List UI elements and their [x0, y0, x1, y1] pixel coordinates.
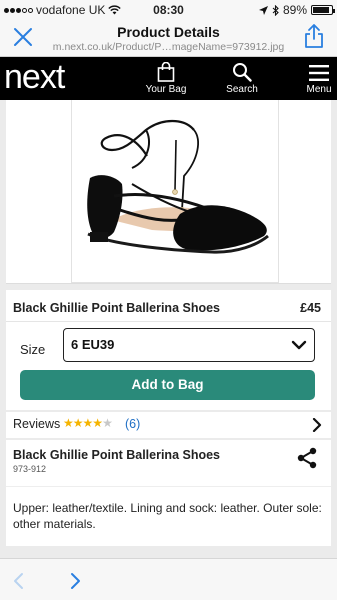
star-empty-icon: ★: [102, 416, 113, 430]
chevron-right-icon: [312, 418, 322, 432]
browser-bottom-toolbar: [0, 558, 337, 600]
product-code: 973-912: [13, 464, 47, 474]
product-name: Black Ghillie Point Ballerina Shoes: [13, 301, 221, 315]
share-nodes-icon[interactable]: [296, 447, 318, 469]
your-bag-button[interactable]: Your Bag: [143, 57, 189, 100]
chevron-down-icon: [291, 340, 307, 350]
size-select[interactable]: 6 EU39: [63, 328, 315, 362]
status-right: 89%: [258, 3, 335, 17]
product-image[interactable]: [71, 100, 279, 283]
battery-fill: [313, 7, 330, 13]
browser-title: Product Details: [117, 24, 220, 40]
hamburger-menu-icon: [309, 65, 329, 81]
battery-percent: 89%: [282, 3, 307, 17]
menu-label: Menu: [306, 84, 332, 95]
add-to-bag-button[interactable]: Add to Bag: [20, 370, 315, 400]
browser-bar: Product Details m.next.co.uk/Product/P…m…: [0, 20, 337, 57]
size-label: Size: [20, 342, 46, 357]
star-filled-icon: ★: [92, 416, 103, 430]
star-filled-icon: ★: [72, 416, 84, 430]
browser-url[interactable]: m.next.co.uk/Product/P…mageName=973912.j…: [40, 41, 297, 53]
search-icon: [233, 63, 252, 82]
close-icon[interactable]: [11, 25, 35, 49]
status-bar: vodafone UK 08:30 89%: [0, 0, 337, 20]
product-price: £45: [300, 301, 321, 315]
divider: [6, 486, 331, 487]
divider: [6, 321, 331, 322]
product-description: Upper: leather/textile. Lining and sock:…: [13, 501, 322, 531]
reviews-label: Reviews: [13, 417, 61, 431]
shoe-image: [87, 119, 269, 254]
page-content: Black Ghillie Point Ballerina Shoes £45 …: [0, 100, 337, 560]
bluetooth-icon: [272, 4, 279, 16]
forward-arrow-icon[interactable]: [70, 572, 82, 590]
your-bag-label: Your Bag: [145, 84, 187, 95]
reviews-row[interactable]: Reviews ★★★★★ (6): [6, 412, 331, 438]
review-count[interactable]: (6): [125, 417, 140, 431]
back-arrow-icon[interactable]: [12, 572, 24, 590]
product-card: Black Ghillie Point Ballerina Shoes £45 …: [6, 290, 331, 410]
details-product-name: Black Ghillie Point Ballerina Shoes: [13, 448, 221, 462]
product-image-card: [6, 100, 331, 284]
shopping-bag-icon: [157, 62, 175, 82]
product-details-card: Black Ghillie Point Ballerina Shoes 973-…: [6, 440, 331, 546]
star-rating: ★★★★★: [63, 416, 113, 430]
size-select-value: 6 EU39: [71, 337, 115, 352]
location-arrow-icon: [258, 5, 268, 15]
next-logo[interactable]: next: [4, 59, 65, 95]
star-filled-icon: ★: [82, 416, 94, 430]
menu-button[interactable]: Menu: [302, 57, 336, 100]
battery-icon: [311, 5, 335, 15]
search-label: Search: [226, 84, 258, 95]
site-header: next Your Bag Search Menu: [0, 57, 337, 100]
search-button[interactable]: Search: [220, 57, 264, 100]
star-filled-icon: ★: [63, 416, 74, 430]
share-icon[interactable]: [303, 23, 325, 49]
